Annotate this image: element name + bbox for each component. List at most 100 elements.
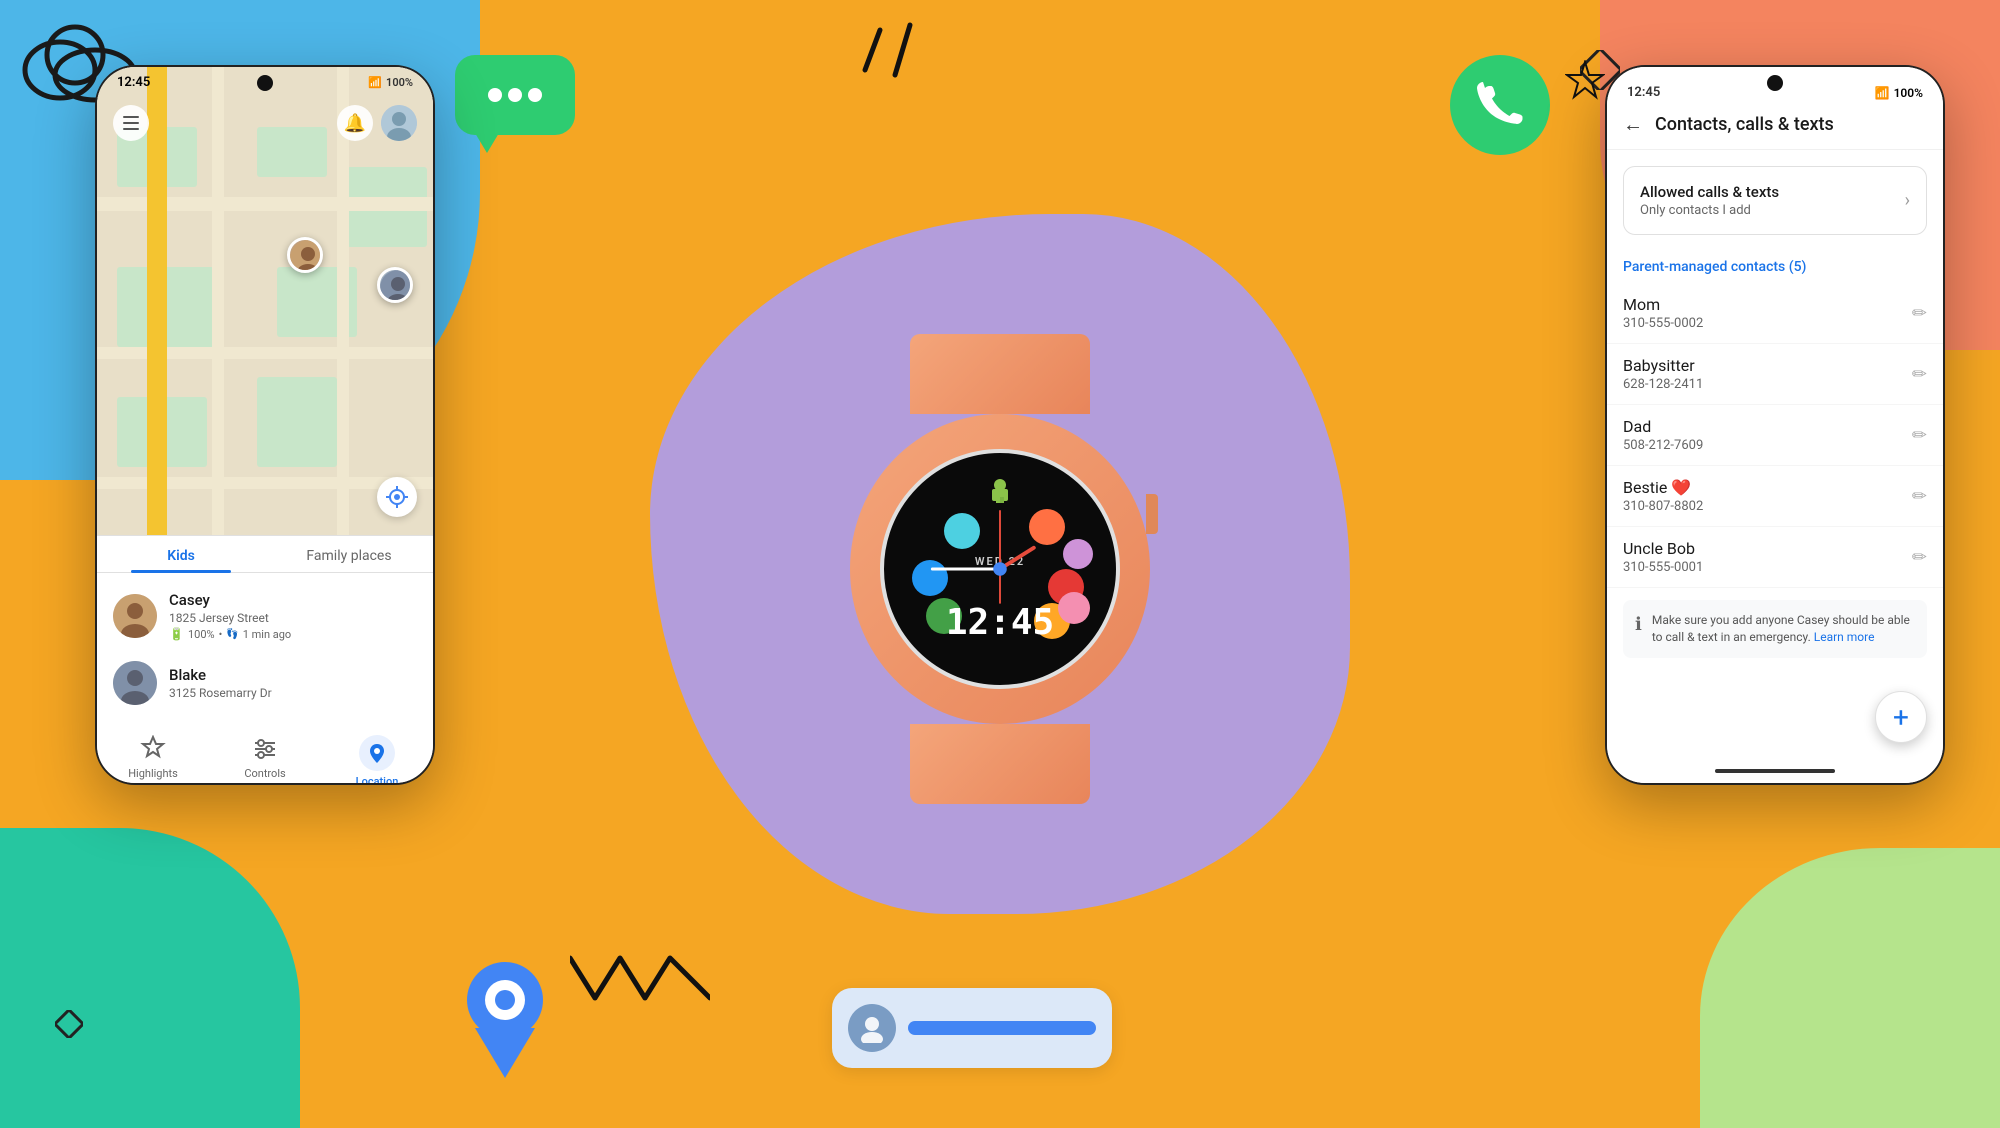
highlights-label: Highlights — [128, 767, 178, 780]
location-label: Location — [356, 775, 399, 785]
right-phone-notch — [1767, 75, 1783, 91]
deco-lines — [860, 20, 940, 100]
contact-row-babysitter[interactable]: Babysitter 628-128-2411 ✏ — [1607, 344, 1943, 405]
battery-text: 100% — [386, 76, 413, 89]
location-target-button[interactable] — [377, 477, 417, 517]
controls-icon — [251, 735, 279, 763]
babysitter-phone: 628-128-2411 — [1623, 377, 1912, 392]
uncle-bob-name: Uncle Bob — [1623, 539, 1912, 558]
contact-row-mom[interactable]: Mom 310-555-0002 ✏ — [1607, 283, 1943, 344]
contact-row-uncle-bob[interactable]: Uncle Bob 310-555-0001 ✏ — [1607, 527, 1943, 588]
map-pin-casey — [287, 237, 323, 273]
phone-icon — [1475, 80, 1525, 130]
watch-clock-hands — [884, 453, 1116, 685]
star-deco-1 — [1565, 60, 1605, 100]
highlights-icon — [139, 735, 167, 763]
back-button[interactable]: ← — [1623, 112, 1643, 137]
map-pin-blake — [377, 267, 413, 303]
nav-highlights[interactable]: Highlights — [97, 731, 209, 785]
blake-address: 3125 Rosemarry Dr — [169, 686, 417, 700]
bestie-info: Bestie ❤️ 310-807-8802 — [1623, 478, 1912, 514]
uncle-bob-phone: 310-555-0001 — [1623, 560, 1912, 575]
casey-status: 🔋 100% • 👣 1 min ago — [169, 627, 417, 641]
watch-crown[interactable] — [1146, 494, 1158, 534]
nav-location[interactable]: Location — [321, 731, 433, 785]
casey-name: Casey — [169, 591, 417, 609]
contact-item-blake[interactable]: Blake 3125 Rosemarry Dr — [97, 651, 433, 715]
casey-address: 1825 Jersey Street — [169, 611, 417, 625]
rhombus-left — [55, 1010, 83, 1038]
notif-person-icon — [857, 1013, 887, 1043]
right-page-header: ← Contacts, calls & texts — [1607, 100, 1943, 150]
menu-line-3 — [123, 128, 139, 130]
mom-edit-icon[interactable]: ✏ — [1912, 303, 1927, 324]
right-time: 12:45 — [1627, 77, 1660, 100]
babysitter-info: Babysitter 628-128-2411 — [1623, 356, 1912, 392]
dad-info: Dad 508-212-7609 — [1623, 417, 1912, 453]
tab-kids[interactable]: Kids — [97, 536, 265, 572]
casey-last-seen: 1 min ago — [243, 628, 291, 641]
nav-controls[interactable]: Controls — [209, 731, 321, 785]
location-pin-decoration — [455, 958, 555, 1078]
wifi-icon: 📶 — [368, 76, 382, 89]
phone-circle-decoration — [1450, 55, 1550, 155]
right-home-indicator — [1715, 769, 1835, 773]
chat-dot-3 — [528, 88, 542, 102]
right-wifi-icon: 📶 — [1875, 86, 1890, 100]
uncle-bob-edit-icon[interactable]: ✏ — [1912, 547, 1927, 568]
blake-info: Blake 3125 Rosemarry Dr — [169, 666, 417, 700]
menu-line-2 — [123, 122, 139, 124]
right-phone-content: 12:45 📶 100% ← Contacts, calls & texts A… — [1607, 67, 1943, 783]
watch-band-top — [910, 334, 1090, 414]
notification-bar — [908, 1021, 1096, 1035]
casey-steps-icon: 👣 — [226, 629, 238, 640]
casey-battery: 100% — [188, 628, 215, 641]
contact-row-bestie[interactable]: Bestie ❤️ 310-807-8802 ✏ — [1607, 466, 1943, 527]
smartwatch: WED 22 12:45 — [810, 334, 1190, 794]
user-avatar-button[interactable] — [381, 105, 417, 141]
uncle-bob-info: Uncle Bob 310-555-0001 — [1623, 539, 1912, 575]
header-right-buttons: 🔔 — [337, 105, 417, 141]
notification-button[interactable]: 🔔 — [337, 105, 373, 141]
bestie-edit-icon[interactable]: ✏ — [1912, 486, 1927, 507]
watch-time: 12:45 — [946, 602, 1054, 643]
left-status-icons: 📶 100% — [368, 76, 413, 89]
dad-edit-icon[interactable]: ✏ — [1912, 425, 1927, 446]
casey-battery-icon: 🔋 — [169, 627, 184, 641]
blake-avatar — [113, 661, 157, 705]
left-time: 12:45 — [117, 75, 150, 90]
left-phone-notch — [257, 75, 273, 91]
zigzag-decoration — [570, 938, 710, 1018]
allowed-calls-subtitle: Only contacts I add — [1640, 203, 1779, 218]
allowed-calls-title: Allowed calls & texts — [1640, 183, 1779, 201]
phone-bottom-section: Kids Family places Casey 1825 Jer — [97, 535, 433, 783]
babysitter-edit-icon[interactable]: ✏ — [1912, 364, 1927, 385]
right-status-icons: 📶 100% — [1875, 78, 1923, 100]
allowed-calls-info: Allowed calls & texts Only contacts I ad… — [1640, 183, 1779, 218]
add-contact-fab[interactable]: + — [1875, 691, 1927, 743]
learn-more-link[interactable]: Learn more — [1814, 630, 1875, 644]
notif-avatar-icon — [848, 1004, 896, 1052]
menu-line-1 — [123, 116, 139, 118]
mom-info: Mom 310-555-0002 — [1623, 295, 1912, 331]
babysitter-name: Babysitter — [1623, 356, 1912, 375]
right-phone: 12:45 📶 100% ← Contacts, calls & texts A… — [1605, 65, 1945, 785]
tab-family-places[interactable]: Family places — [265, 536, 433, 572]
mom-name: Mom — [1623, 295, 1912, 314]
chat-dot-2 — [508, 88, 522, 102]
contact-item-casey[interactable]: Casey 1825 Jersey Street 🔋 100% • 👣 1 mi… — [97, 581, 433, 651]
phone-top-header: 🔔 — [97, 97, 433, 149]
contact-list: Casey 1825 Jersey Street 🔋 100% • 👣 1 mi… — [97, 573, 433, 723]
menu-button[interactable] — [113, 105, 149, 141]
info-text-content: Make sure you add anyone Casey should be… — [1652, 612, 1915, 646]
mom-phone: 310-555-0002 — [1623, 316, 1912, 331]
casey-step-sep: • — [219, 628, 223, 641]
left-phone: 12:45 📶 100% 🔔 Kids — [95, 65, 435, 785]
location-icon-wrapper — [359, 735, 395, 771]
bestie-phone: 310-807-8802 — [1623, 499, 1912, 514]
contact-row-dad[interactable]: Dad 508-212-7609 ✏ — [1607, 405, 1943, 466]
allowed-calls-card[interactable]: Allowed calls & texts Only contacts I ad… — [1623, 166, 1927, 235]
page-title: Contacts, calls & texts — [1655, 114, 1834, 135]
bottom-navigation: Highlights Controls — [97, 723, 433, 785]
chat-bubble-decoration — [455, 55, 575, 135]
